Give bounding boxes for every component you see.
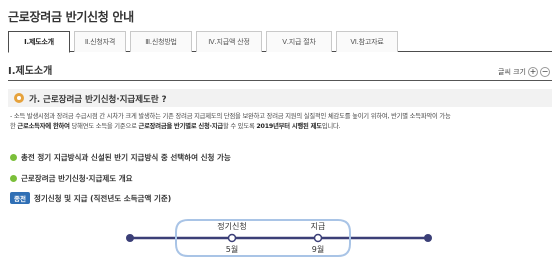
bullet-item-overview: 근로장려금 반기신청·지급제도 개요 [10,173,133,184]
timeline-step-label: 정기신청 [217,221,246,231]
section-heading: Ⅰ.제도소개 [8,66,53,77]
tab-bar: Ⅰ.제도소개 Ⅱ.신청자격 Ⅲ.신청방법 Ⅳ.지급액 산정 Ⅴ.지급 절차 Ⅵ.… [8,31,552,53]
green-bullet-icon [10,175,17,182]
page-title: 근로장려금 반기신청 안내 [8,10,134,24]
orange-bullet-icon [14,93,24,103]
font-size-label: 글씨 크기 [498,68,526,76]
timeline-step-month: 5월 [226,244,238,254]
timeline-step-label: 지급 [311,222,326,231]
font-decrease-button[interactable]: − [540,67,550,77]
timeline-step-marker [313,233,323,243]
tab-application-method[interactable]: Ⅲ.신청방법 [130,31,192,52]
tab-system-intro[interactable]: Ⅰ.제도소개 [8,31,70,53]
sub-heading: 종전 정기신청 및 지급 (직전년도 소득금액 기준) [10,192,171,204]
paragraph-line-1: - 소득 발생시점과 장려금 수급시점 간 시차가 크게 발생하는 기존 장려금… [10,113,451,120]
description-paragraph: - 소득 발생시점과 장려금 수급시점 간 시차가 크게 발생하는 기존 장려금… [10,112,550,132]
tab-eligibility[interactable]: Ⅱ.신청자격 [74,31,126,52]
font-increase-button[interactable]: + [528,67,538,77]
paragraph-line-2: 한 근로소득자에 한하여 당해연도 소득을 기준으로 근로장려금을 반기별로 신… [10,123,341,130]
section-divider [8,80,552,81]
font-size-control: 글씨 크기 + − [498,67,550,77]
timeline-diagram: 정기신청 지급 5월 9월 [126,219,432,257]
tab-amount-calculation[interactable]: Ⅳ.지급액 산정 [196,31,262,52]
tab-references[interactable]: Ⅵ.참고자료 [336,31,398,52]
green-bullet-icon [10,154,17,161]
timeline-end-dot [424,234,432,242]
status-badge: 종전 [10,192,30,204]
timeline-step-marker [227,233,237,243]
timeline-start-dot [126,234,134,242]
question-box: 가. 근로장려금 반기신청·지급제도란 ? [8,89,552,107]
question-text: 가. 근로장려금 반기신청·지급제도란 ? [29,95,167,105]
sub-heading-text: 정기신청 및 지급 (직전년도 소득금액 기준) [33,193,172,203]
tab-payment-procedure[interactable]: Ⅴ.지급 절차 [266,31,332,52]
timeline-step-month: 9월 [312,244,324,254]
bullet-item-choice: 총전 정기 지급방식과 신설된 반기 지급방식 중 선택하여 신청 가능 [10,152,231,163]
